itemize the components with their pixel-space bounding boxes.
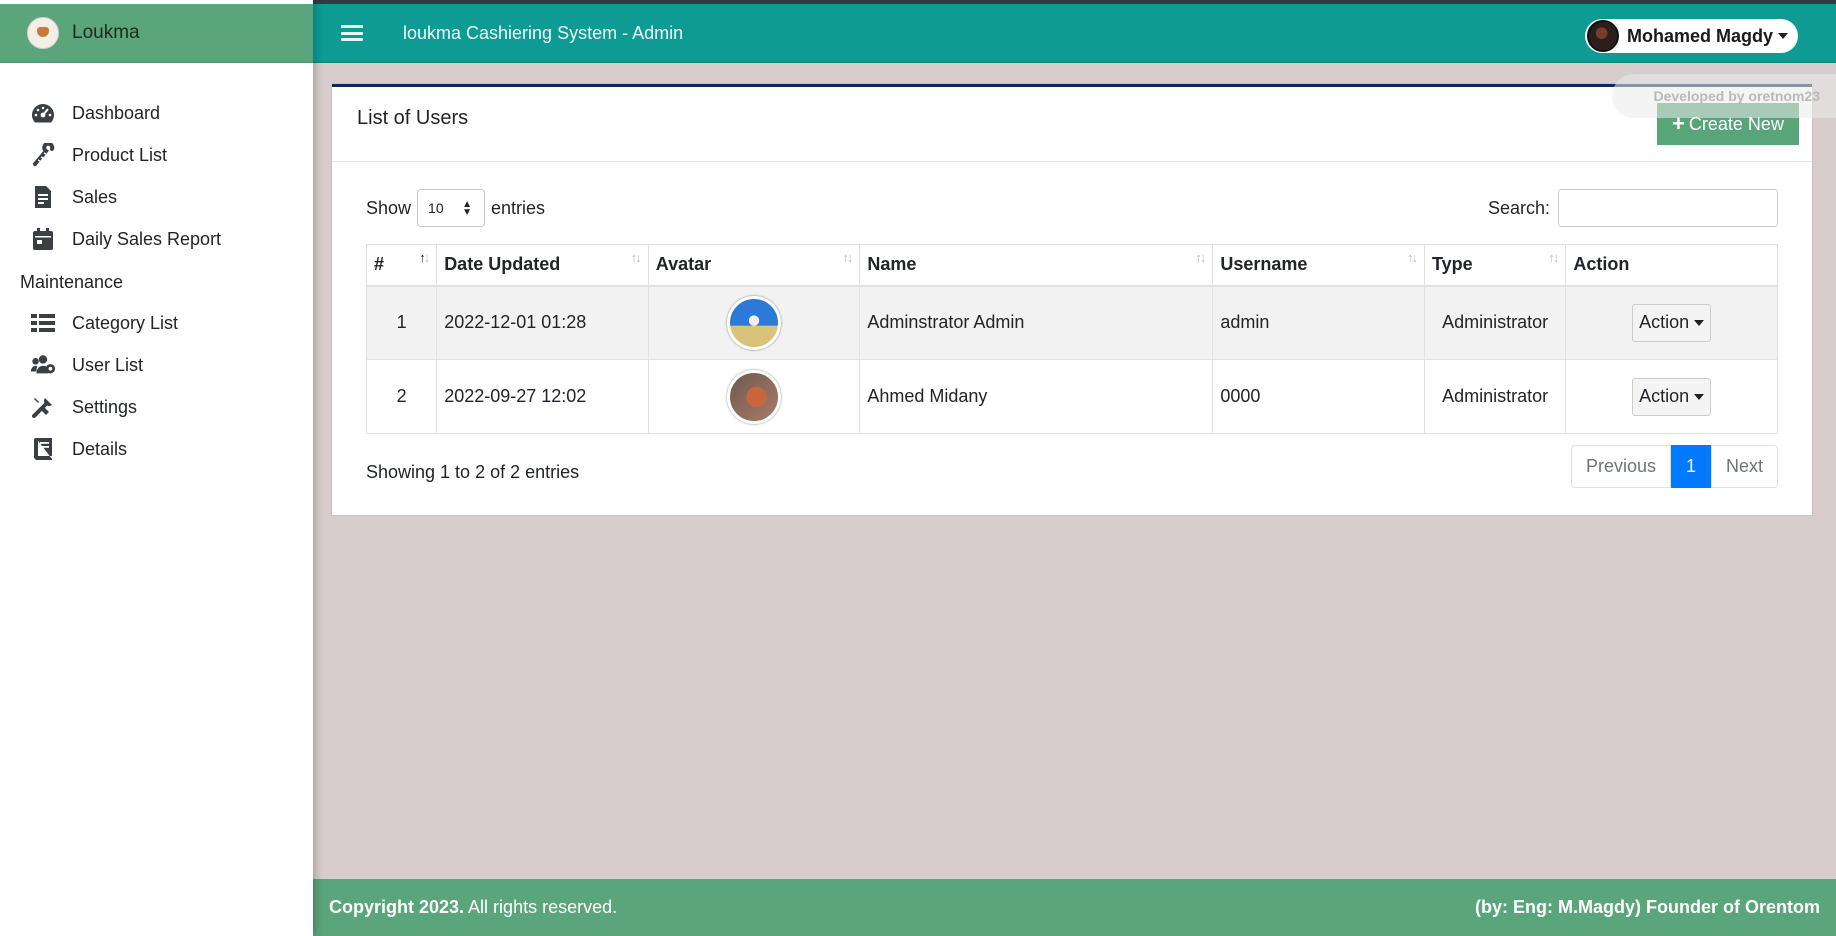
user-name: Mohamed Magdy xyxy=(1626,25,1773,46)
page-length-value: 10 xyxy=(428,200,444,216)
top-navbar: loukma Cashiering System - Admin Mohamed… xyxy=(313,4,1836,63)
cell-number: 1 xyxy=(365,285,438,360)
cell-username: admin xyxy=(1212,285,1425,360)
cell-avatar xyxy=(647,359,861,434)
select-arrows-icon: ▲ ▼ xyxy=(462,199,473,218)
entries-label: entries xyxy=(491,197,546,218)
cell-date-updated: 2022-12-01 01:28 xyxy=(436,285,649,360)
caret-down-icon xyxy=(1694,319,1705,326)
column-header-action: Action xyxy=(1565,244,1778,287)
search-input[interactable] xyxy=(1558,189,1778,227)
sidebar-item-sales[interactable]: Sales xyxy=(0,176,313,218)
sidebar-item-daily-sales-report[interactable]: Daily Sales Report xyxy=(0,218,313,260)
sidebar-item-label: Dashboard xyxy=(72,102,161,123)
cell-number: 2 xyxy=(365,359,438,434)
sidebar-item-category-list[interactable]: Category List xyxy=(0,302,313,344)
column-header-number[interactable]: # ↑↓ xyxy=(365,244,438,287)
cell-type: Administrator xyxy=(1423,359,1567,434)
column-header-date-updated[interactable]: Date Updated ↑↓ xyxy=(436,244,649,287)
cell-date-updated: 2022-09-27 12:02 xyxy=(436,359,649,434)
candy-cane-icon xyxy=(30,143,56,167)
users-card: List of Users + Create New Show 10 ▲ ▼ en… xyxy=(332,84,1812,515)
file-invoice-icon xyxy=(30,185,56,209)
column-header-avatar[interactable]: Avatar ↑↓ xyxy=(647,244,861,287)
page-1-button[interactable]: 1 xyxy=(1670,445,1711,488)
book-icon xyxy=(30,437,56,461)
brand[interactable]: Loukma xyxy=(0,4,313,63)
users-cog-icon xyxy=(30,353,56,377)
calendar-icon xyxy=(30,227,56,251)
sidebar-item-label: Details xyxy=(72,438,128,459)
tools-icon xyxy=(30,395,56,419)
next-page-button[interactable]: Next xyxy=(1710,445,1778,488)
bowl-logo-icon xyxy=(27,17,59,49)
sidebar-item-dashboard[interactable]: Dashboard xyxy=(0,92,313,134)
sort-icon: ↑↓ xyxy=(1548,250,1559,265)
page-length-control: Show 10 ▲ ▼ entries xyxy=(366,187,545,229)
hamburger-icon[interactable] xyxy=(341,24,363,42)
show-label: Show xyxy=(366,197,412,218)
card-header: List of Users + Create New xyxy=(332,87,1812,162)
sort-icon: ↑↓ xyxy=(630,250,642,265)
developer-watermark: Developed by oretnom23 xyxy=(1612,74,1836,118)
sidebar-item-label: Sales xyxy=(72,186,118,207)
sidebar-item-label: Daily Sales Report xyxy=(72,228,222,249)
watermark-text: Developed by oretnom23 xyxy=(1653,88,1821,104)
cell-type: Administrator xyxy=(1423,285,1567,360)
table-info: Showing 1 to 2 of 2 entries xyxy=(366,462,580,482)
sort-asc-icon: ↑↓ xyxy=(419,250,430,265)
search-label: Search: xyxy=(1487,197,1550,218)
tachometer-icon xyxy=(30,101,56,125)
sidebar-nav: Dashboard Product List Sales Daily Sales… xyxy=(0,92,313,470)
column-header-type[interactable]: Type ↑↓ xyxy=(1423,244,1567,287)
column-header-name[interactable]: Name ↑↓ xyxy=(859,244,1214,287)
search-control: Search: xyxy=(1488,187,1778,229)
avatar xyxy=(727,295,782,350)
sidebar-item-settings[interactable]: Settings xyxy=(0,386,313,428)
table-header-row: # ↑↓ Date Updated ↑↓ Avatar ↑↓ Name ↑↓ Usern… xyxy=(365,244,1778,287)
sidebar-item-label: User List xyxy=(72,354,144,375)
footer: Copyright 2023. All rights reserved. (by… xyxy=(313,879,1836,936)
caret-down-icon xyxy=(1778,33,1788,39)
sort-icon: ↑↓ xyxy=(1406,250,1418,265)
app-title: loukma Cashiering System - Admin xyxy=(403,22,684,43)
table-row: 1 2022-12-01 01:28 Adminstrator Admin ad… xyxy=(365,285,1778,360)
action-dropdown-button[interactable]: Action xyxy=(1632,303,1712,342)
action-dropdown-button[interactable]: Action xyxy=(1632,377,1712,416)
caret-down-icon xyxy=(1694,393,1705,400)
sort-icon: ↑↓ xyxy=(842,250,853,265)
brand-name: Loukma xyxy=(72,22,140,43)
column-header-username[interactable]: Username ↑↓ xyxy=(1212,244,1425,287)
user-menu-dropdown[interactable]: Mohamed Magdy xyxy=(1584,19,1798,53)
footer-credit: (by: Eng: M.Magdy) Founder of Orentom xyxy=(1475,897,1820,917)
previous-page-button[interactable]: Previous xyxy=(1570,445,1671,488)
sidebar-item-label: Product List xyxy=(72,144,168,165)
users-table: # ↑↓ Date Updated ↑↓ Avatar ↑↓ Name ↑↓ Usern… xyxy=(365,244,1778,434)
page-length-select[interactable]: 10 ▲ ▼ xyxy=(417,189,486,227)
sidebar: Loukma Dashboard Product List Sales Dail… xyxy=(0,0,313,936)
cell-avatar xyxy=(647,285,861,360)
cell-username: 0000 xyxy=(1212,359,1425,434)
avatar xyxy=(1586,20,1619,52)
table-row: 2 2022-09-27 12:02 Ahmed Midany 0000 Adm… xyxy=(365,359,1778,434)
cell-name: Adminstrator Admin xyxy=(859,285,1214,360)
sort-icon: ↑↓ xyxy=(1195,250,1206,265)
sidebar-item-label: Settings xyxy=(72,396,138,417)
cell-action: Action xyxy=(1565,359,1778,434)
avatar xyxy=(727,369,782,424)
list-icon xyxy=(30,311,56,335)
sidebar-item-details[interactable]: Details xyxy=(0,428,313,470)
pagination: Previous 1 Next xyxy=(1570,445,1778,488)
sidebar-section-maintenance: Maintenance xyxy=(20,271,124,292)
page-title: List of Users xyxy=(357,107,469,129)
cell-action: Action xyxy=(1565,285,1778,360)
sidebar-item-product-list[interactable]: Product List xyxy=(0,134,313,176)
copyright: Copyright 2023. All rights reserved. xyxy=(329,897,618,917)
sidebar-item-label: Category List xyxy=(72,312,179,333)
cell-name: Ahmed Midany xyxy=(859,359,1214,434)
sidebar-item-user-list[interactable]: User List xyxy=(0,344,313,386)
table-controls: Show 10 ▲ ▼ entries Search: xyxy=(366,187,1778,229)
